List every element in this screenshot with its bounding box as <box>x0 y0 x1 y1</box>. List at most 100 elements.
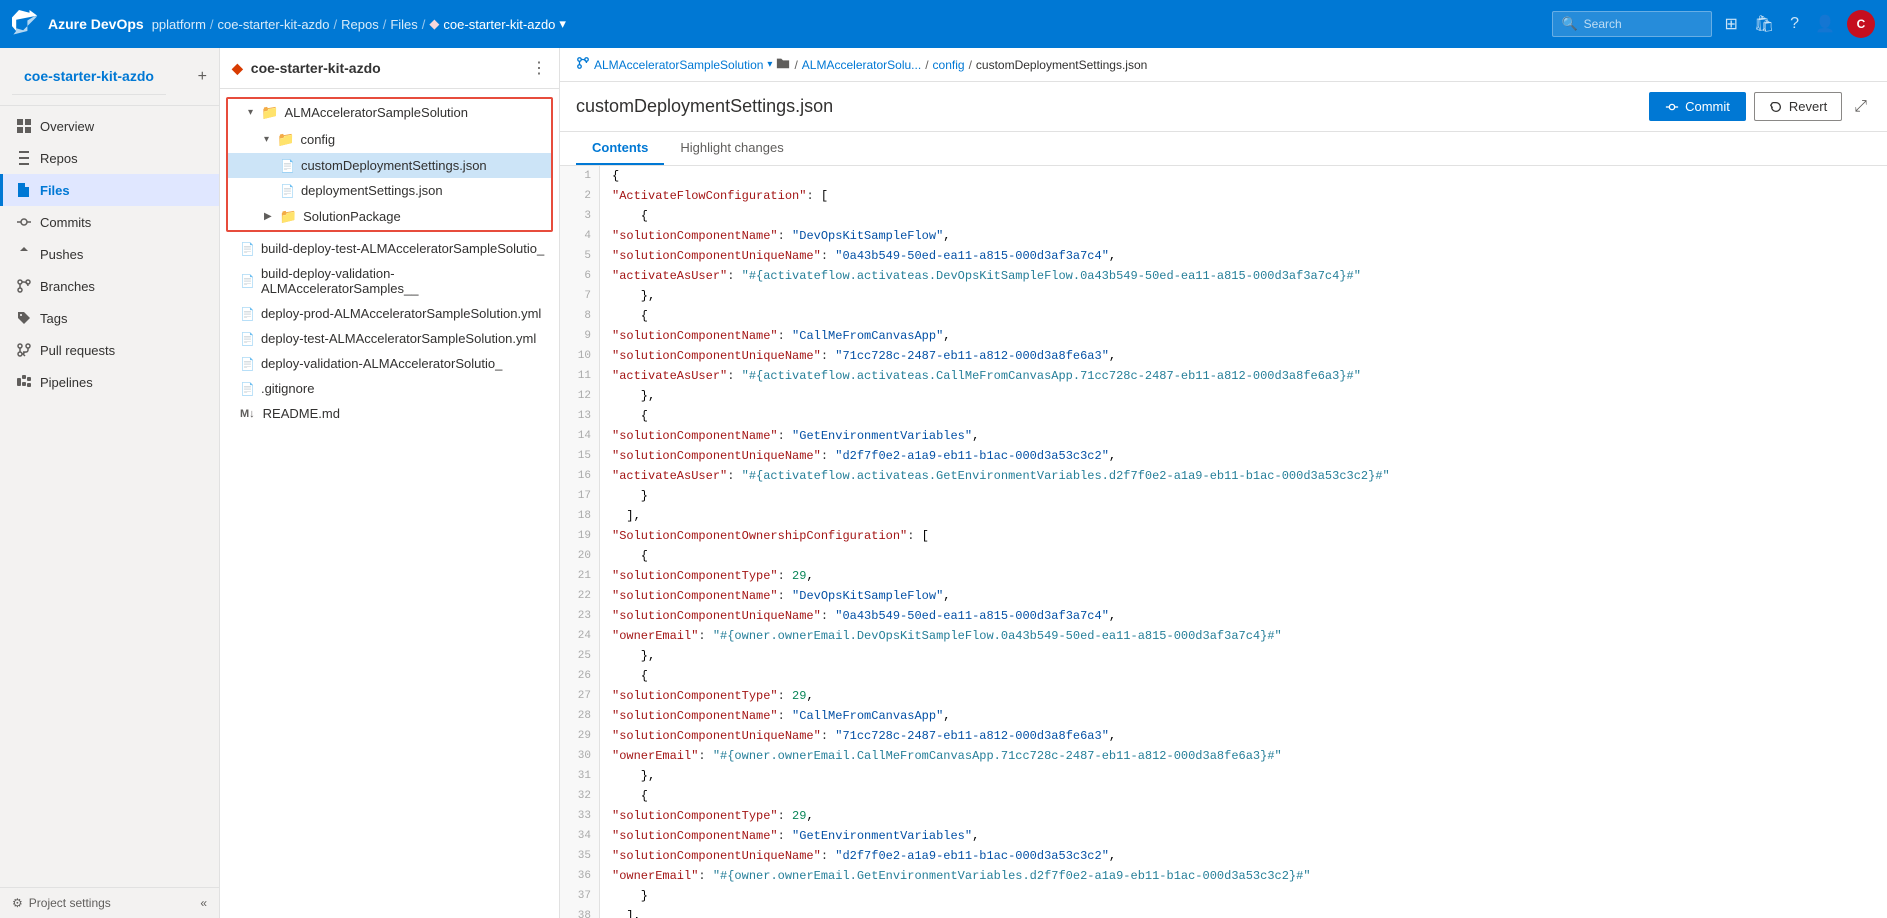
more-options-icon[interactable]: ⋮ <box>531 58 547 78</box>
repo-selector[interactable]: ◆ coe-starter-kit-azdo ▾ <box>429 16 566 32</box>
tab-contents[interactable]: Contents <box>576 132 664 165</box>
code-line[interactable]: "ownerEmail": "#{owner.ownerEmail.DevOps… <box>600 626 1887 646</box>
code-line[interactable]: "solutionComponentName": "DevOpsKitSampl… <box>600 226 1887 246</box>
code-line[interactable]: { <box>600 406 1887 426</box>
breadcrumb-pplatform[interactable]: pplatform <box>152 17 206 32</box>
line-number: 13 <box>560 406 599 426</box>
code-line[interactable]: "ActivateFlowConfiguration": [ <box>600 186 1887 206</box>
tree-file-builddeployvalidation[interactable]: 📄 build-deploy-validation-ALMAccelerator… <box>220 261 559 301</box>
tree-file-deploytest[interactable]: 📄 deploy-test-ALMAcceleratorSampleSoluti… <box>220 326 559 351</box>
tree-file-deployvalidation[interactable]: 📄 deploy-validation-ALMAcceleratorSoluti… <box>220 351 559 376</box>
breadcrumb-repos[interactable]: Repos <box>341 17 379 32</box>
avatar[interactable]: C <box>1847 10 1875 38</box>
code-line[interactable]: "ownerEmail": "#{owner.ownerEmail.GetEnv… <box>600 866 1887 886</box>
sidebar-repo-name[interactable]: coe-starter-kit-azdo <box>12 58 166 95</box>
chevron-down-icon[interactable]: ▾ <box>767 59 772 70</box>
breadcrumb-path1[interactable]: ALMAcceleratorSolu... <box>802 58 921 72</box>
sidebar-item-tags[interactable]: Tags <box>0 302 219 334</box>
code-line[interactable]: "solutionComponentUniqueName": "0a43b549… <box>600 606 1887 626</box>
code-line[interactable]: "SolutionComponentOwnershipConfiguration… <box>600 526 1887 546</box>
markdown-icon: M↓ <box>240 408 255 420</box>
code-line[interactable]: { <box>600 166 1887 186</box>
sidebar-item-overview[interactable]: Overview <box>0 110 219 142</box>
revert-button[interactable]: Revert <box>1754 92 1842 121</box>
shopping-bag-icon[interactable]: 🛍 <box>1750 10 1778 38</box>
sidebar-collapse-icon[interactable]: « <box>200 896 207 910</box>
project-settings[interactable]: ⚙ Project settings « <box>0 887 219 918</box>
tree-folder-alm[interactable]: ▾ 📁 ALMAcceleratorSampleSolution <box>228 99 551 126</box>
code-line[interactable]: }, <box>600 286 1887 306</box>
chevron-right-icon: ▶ <box>264 211 272 222</box>
sidebar-item-branches[interactable]: Branches <box>0 270 219 302</box>
grid-icon[interactable]: ⊞ <box>1720 10 1741 38</box>
code-line[interactable]: "ownerEmail": "#{owner.ownerEmail.CallMe… <box>600 746 1887 766</box>
tab-highlight-changes[interactable]: Highlight changes <box>664 132 799 165</box>
code-line[interactable]: ], <box>600 906 1887 918</box>
code-line[interactable]: { <box>600 786 1887 806</box>
code-line[interactable]: { <box>600 666 1887 686</box>
code-line[interactable]: "activateAsUser": "#{activateflow.activa… <box>600 366 1887 386</box>
code-line[interactable]: "solutionComponentType": 29, <box>600 686 1887 706</box>
code-line[interactable]: "solutionComponentUniqueName": "d2f7f0e2… <box>600 846 1887 866</box>
main-layout: coe-starter-kit-azdo + Overview Repos <box>0 48 1887 918</box>
code-line[interactable]: "solutionComponentName": "CallMeFromCanv… <box>600 326 1887 346</box>
breadcrumb-repo[interactable]: coe-starter-kit-azdo <box>218 17 330 32</box>
file-panel-header: ◆ coe-starter-kit-azdo ⋮ <box>220 48 559 89</box>
code-line[interactable]: "solutionComponentUniqueName": "0a43b549… <box>600 246 1887 266</box>
code-line[interactable]: "solutionComponentName": "CallMeFromCanv… <box>600 706 1887 726</box>
sidebar-item-pushes[interactable]: Pushes <box>0 238 219 270</box>
sidebar-item-pullrequests[interactable]: Pull requests <box>0 334 219 366</box>
sidebar-nav: Overview Repos Files Commi <box>0 106 219 887</box>
sidebar-item-commits[interactable]: Commits <box>0 206 219 238</box>
tree-file-gitignore[interactable]: 📄 .gitignore <box>220 376 559 401</box>
code-line[interactable]: "solutionComponentUniqueName": "d2f7f0e2… <box>600 446 1887 466</box>
tree-file-readme[interactable]: M↓ README.md <box>220 401 559 426</box>
code-line[interactable]: "solutionComponentType": 29, <box>600 806 1887 826</box>
search-box[interactable]: 🔍 <box>1552 11 1712 37</box>
person-icon[interactable]: 👤 <box>1811 10 1839 38</box>
tree-folder-config[interactable]: ▾ 📁 config <box>228 126 551 153</box>
code-line[interactable]: { <box>600 546 1887 566</box>
help-icon[interactable]: ? <box>1786 11 1803 37</box>
code-line[interactable]: ], <box>600 506 1887 526</box>
sidebar-files-label: Files <box>40 183 70 198</box>
file-icon: 📄 <box>240 332 255 346</box>
azure-devops-logo[interactable]: Azure DevOps <box>12 10 144 38</box>
sidebar-item-files[interactable]: Files <box>0 174 219 206</box>
code-line[interactable]: }, <box>600 646 1887 666</box>
code-line[interactable]: } <box>600 886 1887 906</box>
tree-file-customdeployment[interactable]: 📄 customDeploymentSettings.json <box>228 153 551 178</box>
code-line[interactable]: "solutionComponentUniqueName": "71cc728c… <box>600 726 1887 746</box>
code-line[interactable]: "solutionComponentName": "DevOpsKitSampl… <box>600 586 1887 606</box>
line-number: 11 <box>560 366 599 386</box>
code-line[interactable]: }, <box>600 766 1887 786</box>
line-number: 37 <box>560 886 599 906</box>
code-line[interactable]: "solutionComponentType": 29, <box>600 566 1887 586</box>
file-icon: 📄 <box>240 242 255 256</box>
breadcrumb-repo-selector[interactable]: ALMAcceleratorSampleSolution <box>594 58 763 72</box>
expand-button[interactable]: ⤢ <box>1850 92 1871 121</box>
code-viewer[interactable]: 1234567891011121314151617181920212223242… <box>560 166 1887 918</box>
add-icon[interactable]: + <box>198 68 207 86</box>
sidebar-item-pipelines[interactable]: Pipelines <box>0 366 219 398</box>
code-line[interactable]: "activateAsUser": "#{activateflow.activa… <box>600 266 1887 286</box>
code-line[interactable]: "solutionComponentUniqueName": "71cc728c… <box>600 346 1887 366</box>
tree-file-builddeploytest[interactable]: 📄 build-deploy-test-ALMAcceleratorSample… <box>220 236 559 261</box>
sidebar-item-repos[interactable]: Repos <box>0 142 219 174</box>
breadcrumb-path2[interactable]: config <box>933 58 965 72</box>
search-input[interactable] <box>1584 17 1704 31</box>
breadcrumb-content: ALMAcceleratorSampleSolution ▾ / ALMAcce… <box>576 56 1147 73</box>
code-line[interactable]: } <box>600 486 1887 506</box>
tree-folder-solutionpackage[interactable]: ▶ 📁 SolutionPackage <box>228 203 551 230</box>
code-line[interactable]: "solutionComponentName": "GetEnvironment… <box>600 826 1887 846</box>
code-line[interactable]: { <box>600 206 1887 226</box>
code-line[interactable]: }, <box>600 386 1887 406</box>
code-line[interactable]: "solutionComponentName": "GetEnvironment… <box>600 426 1887 446</box>
breadcrumb-files[interactable]: Files <box>390 17 417 32</box>
commit-button[interactable]: Commit <box>1649 92 1746 121</box>
tree-file-deploymentsettings[interactable]: 📄 deploymentSettings.json <box>228 178 551 203</box>
tree-file-deployprod[interactable]: 📄 deploy-prod-ALMAcceleratorSampleSoluti… <box>220 301 559 326</box>
code-line[interactable]: { <box>600 306 1887 326</box>
code-line[interactable]: "activateAsUser": "#{activateflow.activa… <box>600 466 1887 486</box>
folder-icon: 📁 <box>261 104 278 121</box>
